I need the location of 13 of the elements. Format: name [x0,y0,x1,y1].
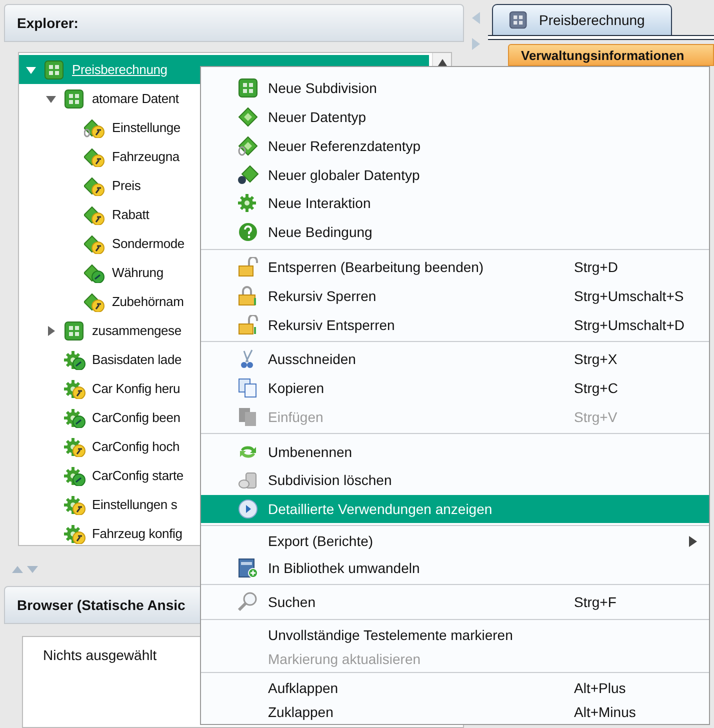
panel-title: Explorer: [17,15,78,31]
shortcut-text: Strg+F [574,594,616,610]
shortcut-text: Strg+V [574,408,618,425]
shortcut-text: Strg+C [574,380,618,396]
panel-title: Browser (Statische Ansic [17,597,186,613]
shortcut-text: Strg+Umschalt+D [574,316,684,332]
shortcut-text: Alt+Plus [574,680,626,696]
shortcut-text: Strg+X [574,351,618,368]
shortcut-text: Strg+D [574,258,618,275]
shortcut-text: Strg+Umschalt+S [574,288,684,304]
section-title: Verwaltungsinformationen [521,48,684,62]
empty-message: Nichts ausgewählt [43,647,157,663]
shortcut-text: Alt+Minus [574,704,636,720]
